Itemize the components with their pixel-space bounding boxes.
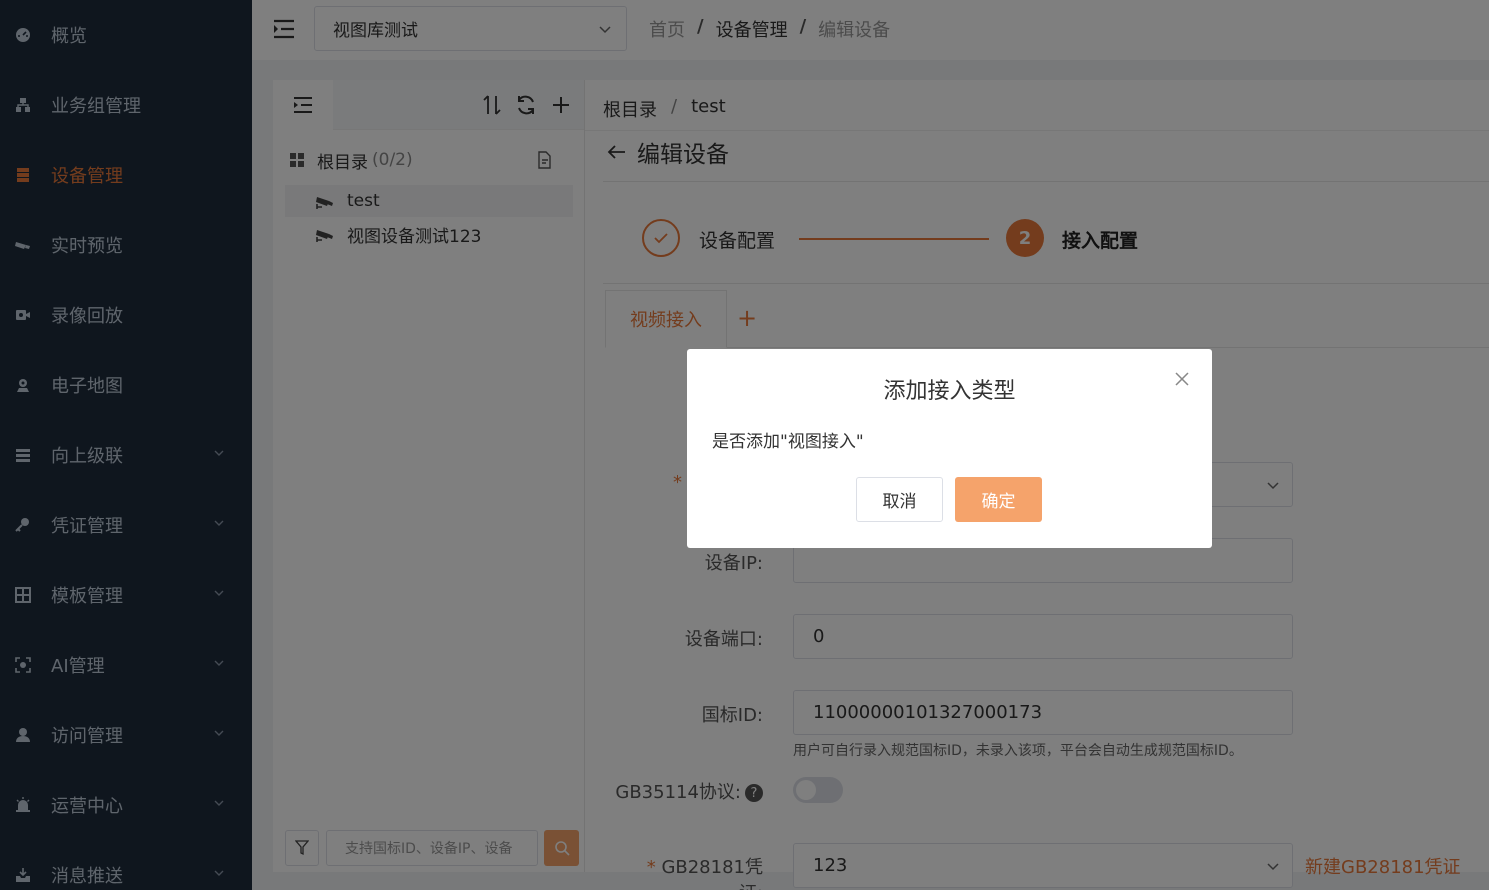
cancel-button[interactable]: 取消 <box>856 477 943 522</box>
add-access-type-dialog: 添加接入类型 是否添加"视图接入" 取消 确定 <box>687 349 1212 548</box>
confirm-button[interactable]: 确定 <box>955 477 1042 522</box>
dialog-title: 添加接入类型 <box>883 379 1016 404</box>
dialog-message: 是否添加"视图接入" <box>712 432 864 452</box>
close-icon[interactable] <box>1174 371 1190 387</box>
